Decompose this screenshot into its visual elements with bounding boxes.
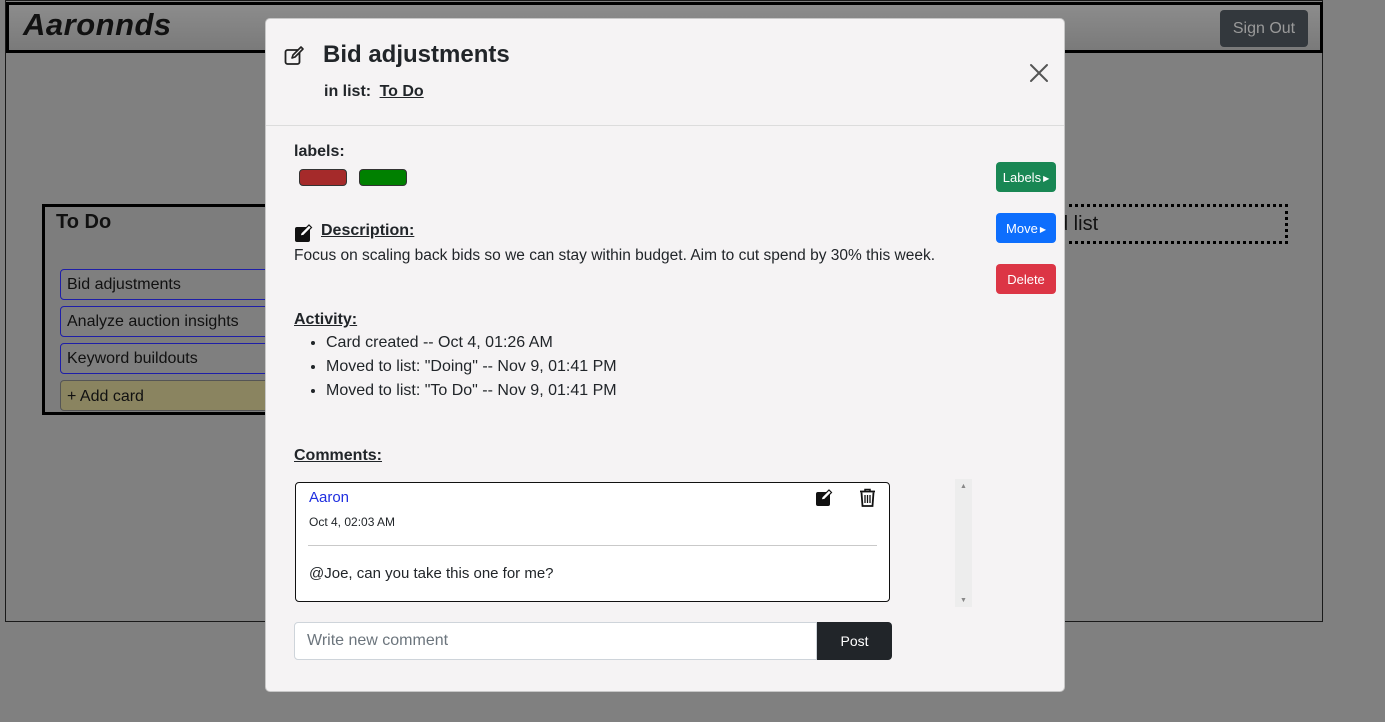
edit-icon	[284, 45, 305, 71]
add-card-button[interactable]: + Add card	[60, 380, 280, 411]
trash-icon[interactable]	[859, 488, 876, 512]
list-to-do: To Do Bid adjustments Analyze auction in…	[42, 204, 282, 415]
comments-heading: Comments:	[294, 447, 383, 464]
in-list-link[interactable]: To Do	[380, 83, 424, 100]
comment-card: Aaron Oct 4, 02:03 AM @Joe, can you take…	[295, 482, 890, 602]
labels-button[interactable]: Labels ▶	[996, 162, 1056, 192]
caret-right-icon: ▶	[1039, 224, 1046, 234]
comment-input[interactable]	[294, 622, 817, 660]
delete-button[interactable]: Delete	[996, 264, 1056, 294]
delete-button-label: Delete	[1007, 271, 1045, 287]
label-chip-green[interactable]	[359, 169, 407, 186]
move-button-label: Move	[1006, 220, 1038, 236]
activity-item: Card created -- Oct 4, 01:26 AM	[326, 331, 617, 355]
list-card[interactable]: Bid adjustments	[60, 269, 280, 300]
comment-timestamp: Oct 4, 02:03 AM	[309, 515, 396, 529]
modal-header: Bid adjustments in list: To Do	[266, 19, 1064, 126]
labels-button-label: Labels	[1002, 169, 1042, 185]
card-detail-modal: Bid adjustments in list: To Do labels: D…	[265, 18, 1065, 692]
scroll-down-icon[interactable]: ▼	[960, 597, 967, 604]
list-title: To Do	[56, 211, 112, 233]
activity-item: Moved to list: "Doing" -- Nov 9, 01:41 P…	[326, 355, 617, 379]
add-list-button[interactable]: d list	[1057, 204, 1288, 244]
labels-heading: labels:	[294, 143, 345, 160]
in-list-info: in list: To Do	[324, 83, 424, 101]
description-text[interactable]: Focus on scaling back bids so we can sta…	[294, 247, 935, 265]
description-heading: Description:	[321, 222, 415, 239]
post-comment-button[interactable]: Post	[817, 622, 892, 660]
close-icon[interactable]	[1028, 62, 1050, 84]
comments-scroll-area[interactable]: Aaron Oct 4, 02:03 AM @Joe, can you take…	[295, 479, 973, 607]
label-chip-red[interactable]	[299, 169, 347, 186]
comment-divider	[308, 545, 877, 546]
sign-out-button[interactable]: Sign Out	[1220, 10, 1308, 47]
comment-text: @Joe, can you take this one for me?	[309, 565, 554, 582]
activity-list: Card created -- Oct 4, 01:26 AM Moved to…	[294, 331, 617, 403]
comments-scrollbar[interactable]: ▲ ▼	[955, 479, 972, 607]
edit-description-icon[interactable]	[294, 224, 313, 248]
edit-comment-icon[interactable]	[815, 489, 833, 512]
brand-logo[interactable]: Aaronnds	[23, 7, 172, 43]
comment-author[interactable]: Aaron	[309, 489, 349, 506]
in-list-prefix: in list:	[324, 83, 372, 100]
list-card[interactable]: Analyze auction insights	[60, 306, 280, 337]
activity-heading: Activity:	[294, 311, 358, 328]
move-button[interactable]: Move ▶	[996, 213, 1056, 243]
scroll-up-icon[interactable]: ▲	[960, 483, 967, 490]
list-card[interactable]: Keyword buildouts	[60, 343, 280, 374]
activity-item: Moved to list: "To Do" -- Nov 9, 01:41 P…	[326, 379, 617, 403]
modal-title: Bid adjustments	[323, 41, 510, 68]
caret-right-icon: ▶	[1043, 173, 1050, 183]
